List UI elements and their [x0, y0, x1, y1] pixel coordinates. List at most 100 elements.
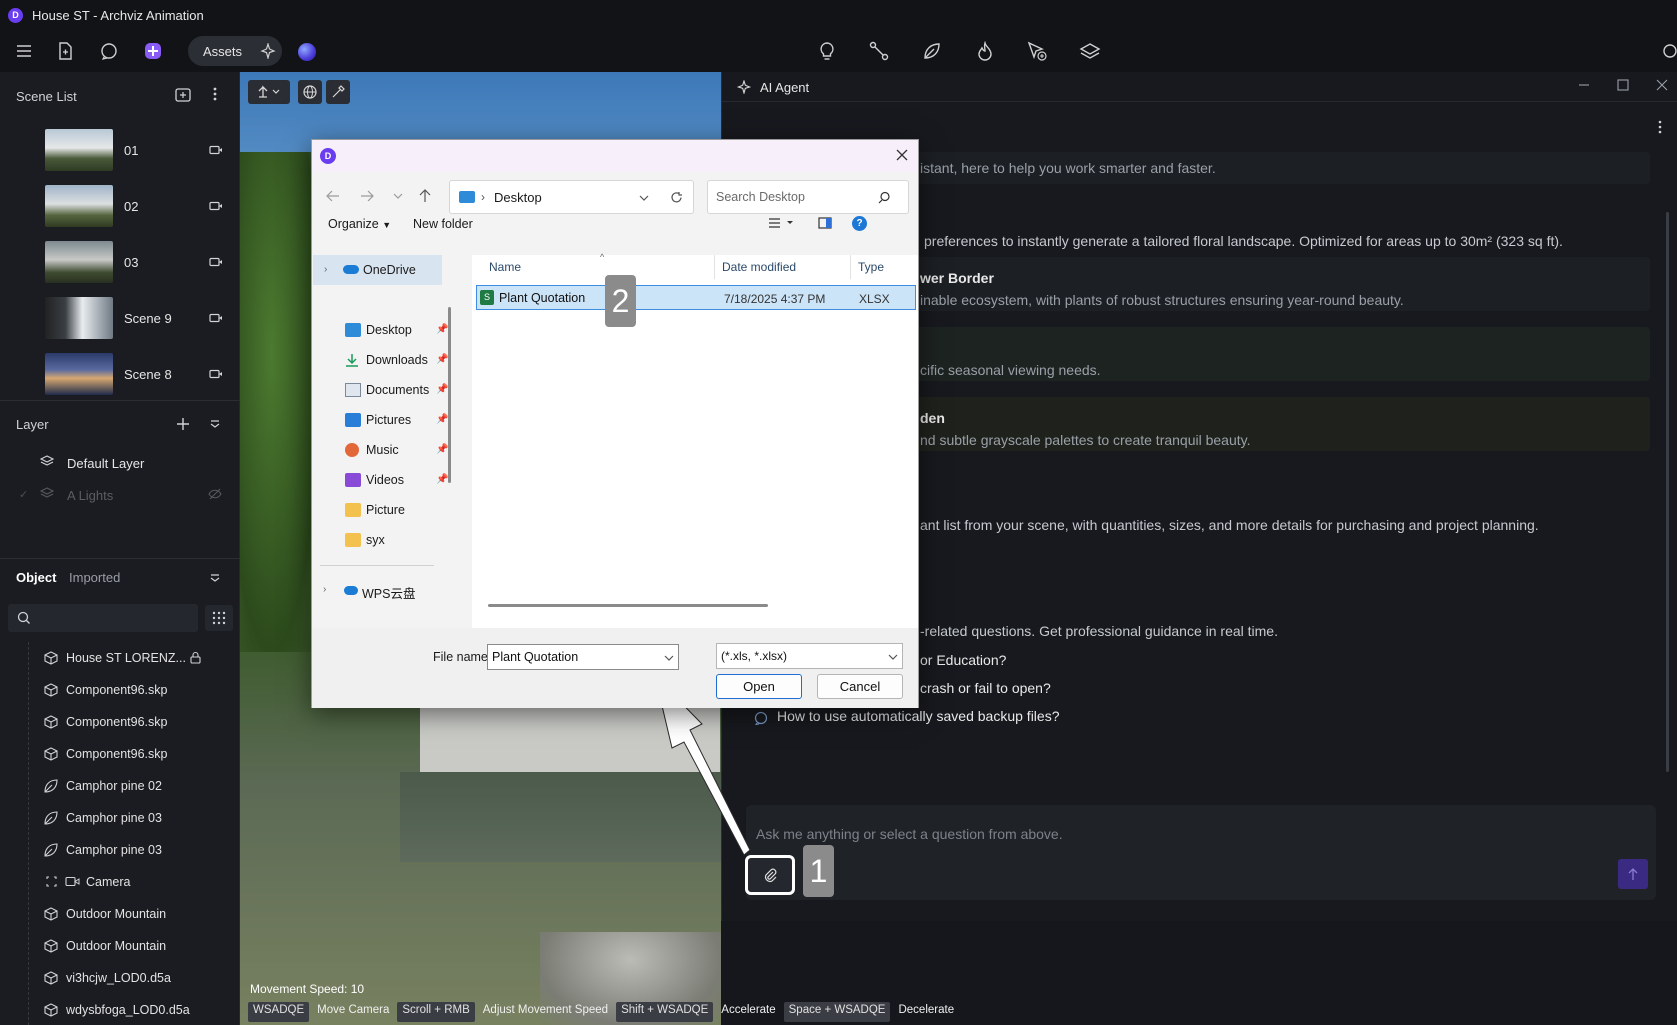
chevron-down-icon[interactable]: [639, 194, 649, 202]
file-type-filter[interactable]: (*.xls, *.xlsx): [716, 643, 903, 669]
close-icon[interactable]: [896, 149, 908, 161]
layer-collapse-icon[interactable]: [210, 420, 220, 428]
expand-toggle-icon[interactable]: [46, 876, 57, 887]
tab-imported[interactable]: Imported: [69, 570, 120, 585]
chevron-down-icon[interactable]: [664, 654, 674, 662]
chat-icon[interactable]: [96, 38, 122, 64]
navigation-mode-button[interactable]: [248, 80, 290, 104]
object-item[interactable]: Outdoor Mountain: [0, 899, 240, 929]
view-menu-icon[interactable]: [768, 217, 796, 229]
object-item[interactable]: wdysbfoga_LOD0.d5a: [0, 995, 240, 1025]
object-item[interactable]: Camphor pine 02: [0, 771, 240, 801]
ai-plus-icon[interactable]: [140, 38, 166, 64]
chevron-down-icon[interactable]: [393, 192, 403, 200]
search-input[interactable]: Search Desktop: [707, 180, 909, 214]
horizontal-scrollbar[interactable]: [488, 604, 768, 607]
column-type[interactable]: Type: [858, 260, 884, 274]
nav-item-documents[interactable]: Documents 📌: [312, 375, 452, 405]
nav-scrollbar[interactable]: [448, 307, 451, 483]
nav-item-onedrive[interactable]: › OneDrive: [313, 255, 442, 285]
tab-object[interactable]: Object: [16, 570, 56, 585]
add-layer-icon[interactable]: [176, 417, 190, 431]
address-bar[interactable]: › Desktop: [449, 180, 694, 214]
camera-icon[interactable]: [209, 369, 223, 379]
object-item[interactable]: Camphor pine 03: [0, 835, 240, 865]
suggested-question[interactable]: How to use automatically saved backup fi…: [777, 708, 1059, 724]
bulb-icon[interactable]: [814, 38, 840, 64]
ai-orb-icon[interactable]: [298, 43, 316, 61]
forward-icon[interactable]: [360, 190, 374, 202]
nav-item-wps[interactable]: › WPS云盘: [312, 581, 452, 601]
organize-button[interactable]: Organize ▼: [328, 217, 391, 231]
chevron-right-icon[interactable]: ›: [323, 584, 326, 595]
nav-item-music[interactable]: Music 📌: [312, 435, 452, 465]
minimize-icon[interactable]: [1578, 79, 1590, 91]
chevron-down-icon[interactable]: [888, 653, 898, 661]
object-collapse-icon[interactable]: [210, 574, 220, 582]
scrollbar[interactable]: [1666, 212, 1669, 772]
layers-icon[interactable]: [1077, 38, 1103, 64]
camera-icon[interactable]: [209, 313, 223, 323]
object-item[interactable]: House ST LORENZ...: [0, 643, 240, 673]
camera-icon[interactable]: [209, 201, 223, 211]
attach-button[interactable]: [745, 855, 795, 895]
object-item[interactable]: Component96.skp: [0, 675, 240, 705]
lock-icon[interactable]: [190, 651, 201, 664]
scene-item-scene-9[interactable]: Scene 9: [8, 292, 230, 348]
nav-item-downloads[interactable]: Downloads 📌: [312, 345, 452, 375]
eye-hidden-icon[interactable]: [208, 488, 222, 500]
file-icon[interactable]: [52, 38, 78, 64]
cursor-plus-icon[interactable]: [1024, 38, 1050, 64]
camera-icon[interactable]: [209, 257, 223, 267]
agent-chat-input[interactable]: Ask me anything or select a question fro…: [746, 805, 1656, 900]
back-icon[interactable]: [326, 190, 340, 202]
new-folder-button[interactable]: New folder: [413, 217, 473, 231]
object-item[interactable]: Outdoor Mountain: [0, 931, 240, 961]
more-icon[interactable]: [213, 86, 217, 102]
assets-button[interactable]: Assets: [188, 36, 282, 66]
send-button[interactable]: [1618, 859, 1648, 889]
cancel-button[interactable]: Cancel: [817, 674, 903, 699]
camera-icon[interactable]: [209, 145, 223, 155]
open-button[interactable]: Open: [716, 674, 802, 699]
check-icon[interactable]: ✓: [19, 488, 28, 501]
refresh-icon[interactable]: [670, 191, 683, 204]
close-icon[interactable]: [1656, 79, 1668, 91]
scene-item-02[interactable]: 02: [8, 180, 230, 236]
help-icon[interactable]: ?: [852, 216, 867, 231]
preview-pane-icon[interactable]: [818, 217, 832, 229]
suggested-question[interactable]: crash or fail to open?: [920, 680, 1051, 696]
maximize-icon[interactable]: [1617, 79, 1629, 91]
nav-item-syx[interactable]: syx: [312, 525, 452, 555]
object-search-input[interactable]: [8, 604, 198, 632]
leaf-icon[interactable]: [919, 38, 945, 64]
file-name-input[interactable]: Plant Quotation: [487, 644, 679, 670]
object-item[interactable]: Camphor pine 03: [0, 803, 240, 833]
eyedropper-icon[interactable]: [326, 80, 350, 104]
chevron-right-icon[interactable]: ›: [324, 264, 327, 275]
measure-icon[interactable]: [866, 38, 892, 64]
flame-icon[interactable]: [972, 38, 998, 64]
nav-item-picture[interactable]: Picture: [312, 495, 452, 525]
suggested-question[interactable]: or Education?: [920, 652, 1006, 668]
more-icon[interactable]: [1658, 120, 1662, 134]
menu-icon[interactable]: [11, 38, 37, 64]
nav-item-pictures[interactable]: Pictures 📌: [312, 405, 452, 435]
object-item[interactable]: Component96.skp: [0, 707, 240, 737]
scene-item-01[interactable]: 01: [8, 124, 230, 180]
file-row[interactable]: S Plant Quotation 7/18/2025 4:37 PM XLSX: [476, 285, 916, 310]
nav-item-videos[interactable]: Videos 📌: [312, 465, 452, 495]
object-item[interactable]: Camera: [0, 867, 240, 897]
object-item[interactable]: vi3hcjw_LOD0.d5a: [0, 963, 240, 993]
nav-item-desktop[interactable]: Desktop 📌: [312, 315, 452, 345]
grid-icon[interactable]: [205, 605, 233, 631]
up-icon[interactable]: [419, 189, 431, 203]
add-scene-icon[interactable]: [175, 88, 191, 102]
column-date[interactable]: Date modified: [722, 260, 796, 274]
layer-item-default[interactable]: Default Layer: [67, 456, 144, 471]
object-item[interactable]: Component96.skp: [0, 739, 240, 769]
column-name[interactable]: Name: [489, 260, 521, 274]
sparkle-icon[interactable]: [260, 43, 276, 59]
layer-item-lights[interactable]: A Lights: [67, 488, 113, 503]
scene-item-03[interactable]: 03: [8, 236, 230, 292]
